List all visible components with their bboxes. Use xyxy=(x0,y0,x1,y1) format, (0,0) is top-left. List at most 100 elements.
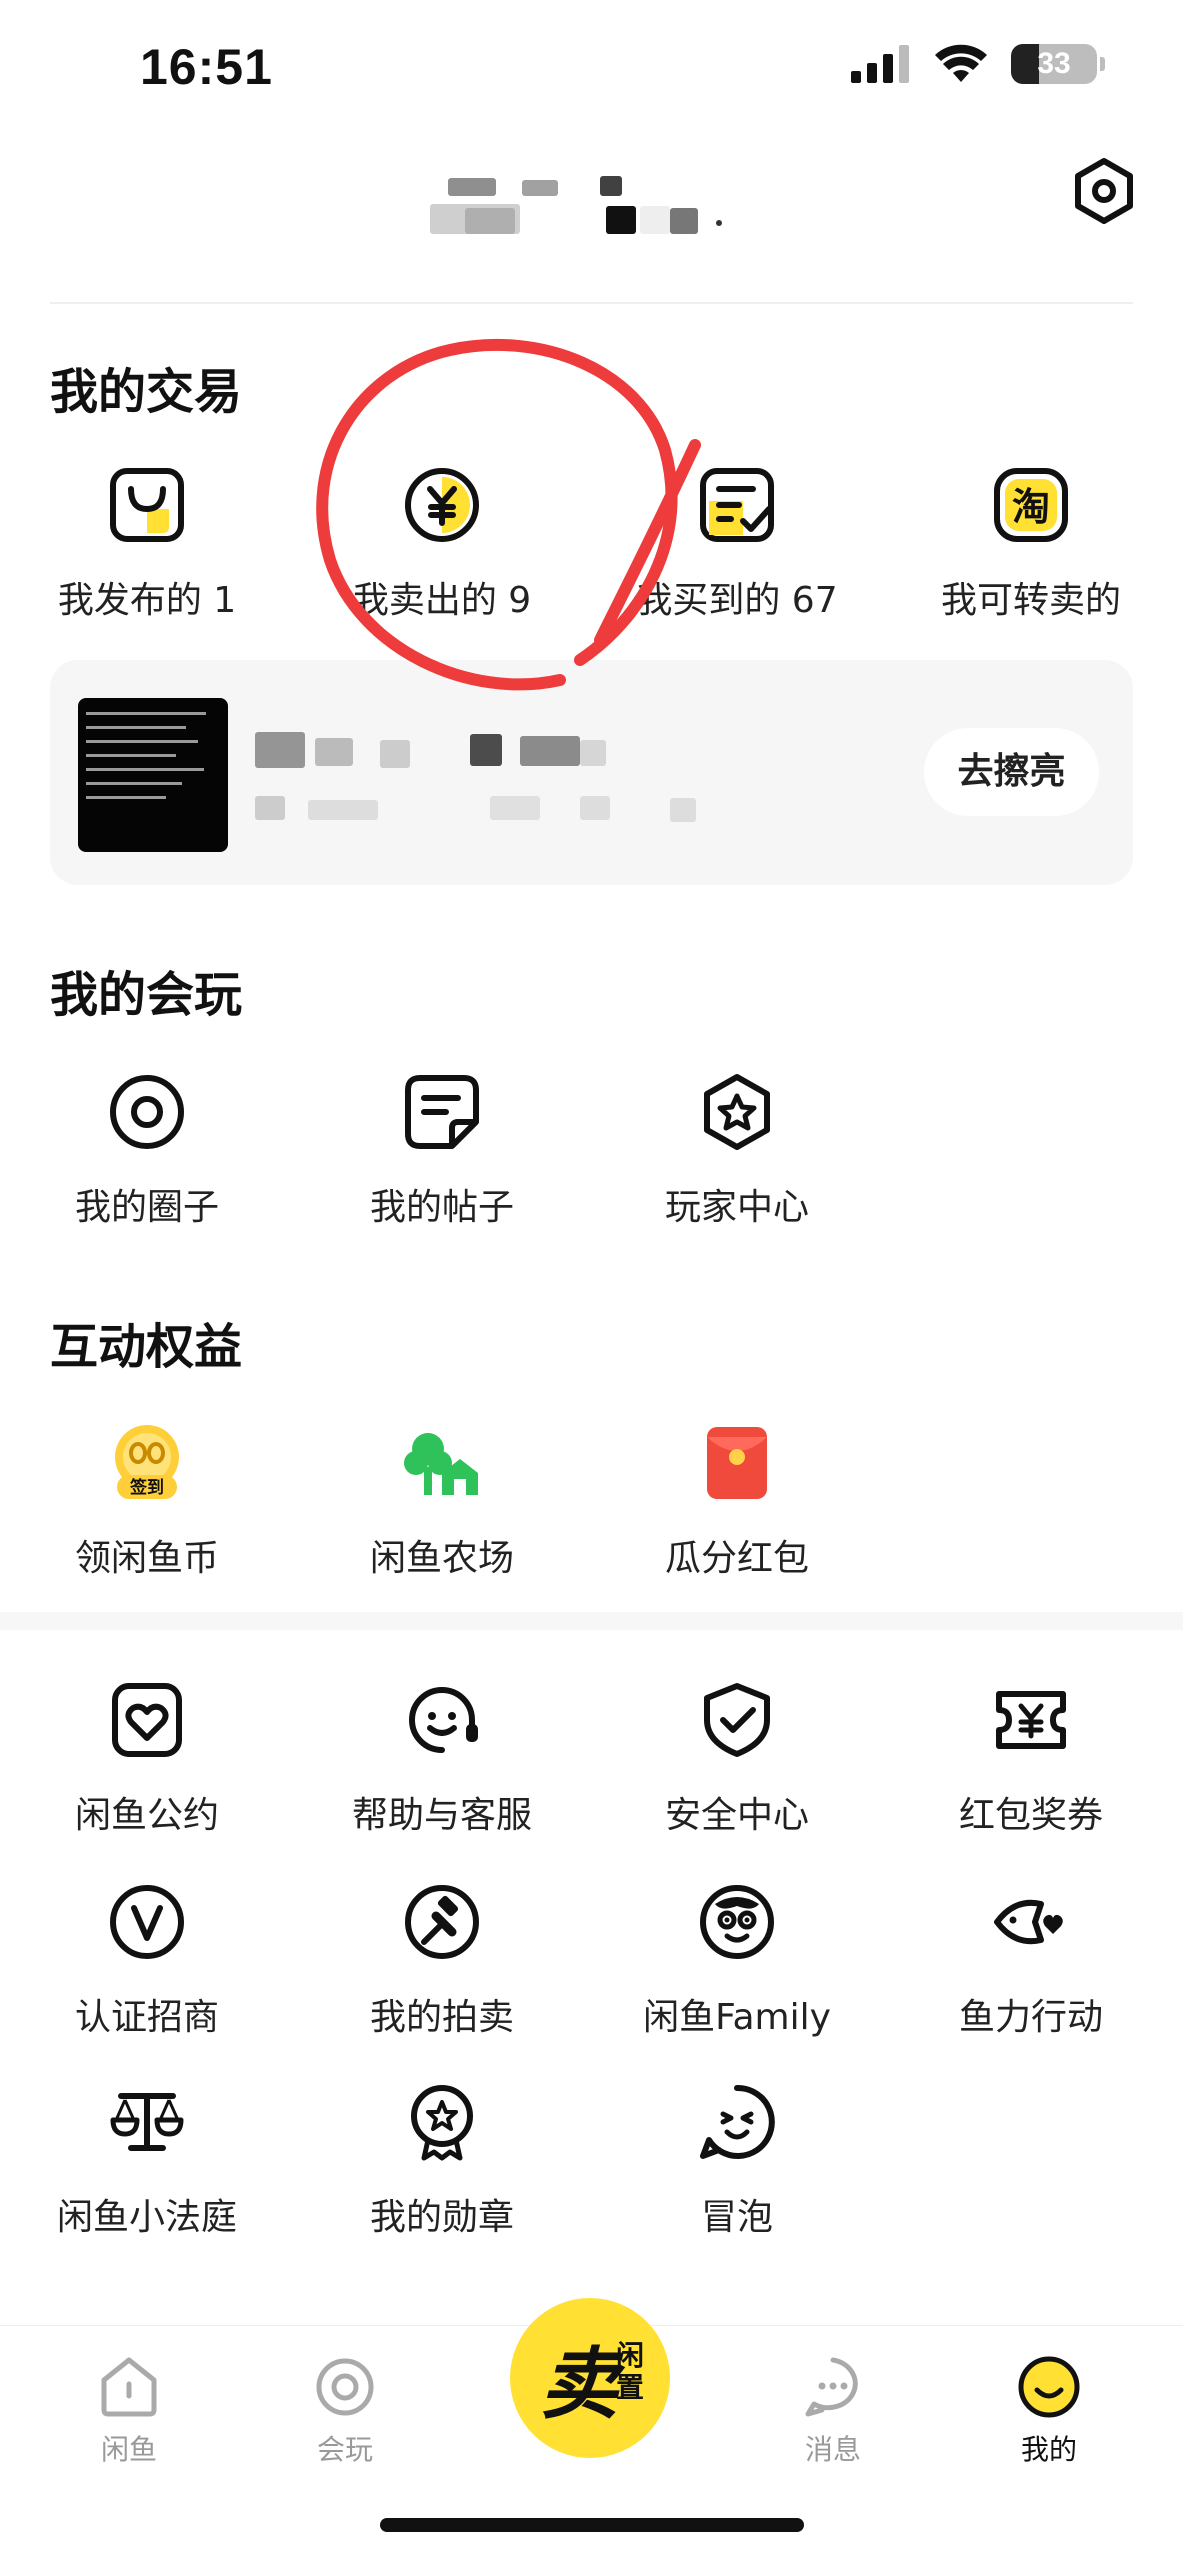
help-entry[interactable]: 帮助与客服 xyxy=(297,1680,587,1838)
yen-sold-icon xyxy=(405,468,479,542)
security-label: 安全中心 xyxy=(664,1795,809,1836)
medal-icon xyxy=(411,2085,473,2161)
sold-entry[interactable]: 我卖出的 9 xyxy=(297,465,587,623)
checkin-badge-text: 签到 xyxy=(129,1477,164,1498)
tab-home-label: 闲鱼 xyxy=(100,2433,157,2466)
sold-label: 我卖出的 9 xyxy=(352,580,532,621)
bought-entry[interactable]: 我买到的 67 xyxy=(592,465,882,623)
coupons-label: 红包奖券 xyxy=(958,1795,1103,1836)
farm-icon xyxy=(404,1433,478,1495)
fish-action-label: 鱼力行动 xyxy=(958,1997,1103,2038)
convention-entry[interactable]: 闲鱼公约 xyxy=(2,1680,292,1838)
court-label: 闲鱼小法庭 xyxy=(56,2197,237,2238)
profile-header xyxy=(0,140,1183,305)
red-envelope-icon xyxy=(707,1427,767,1499)
sell-sub-label: 闲置 xyxy=(616,2339,645,2404)
my-posts-entry[interactable]: 我的帖子 xyxy=(297,1072,587,1230)
battery-level: 33 xyxy=(1037,47,1071,80)
medals-label: 我的勋章 xyxy=(369,2197,514,2238)
resellable-label: 我可转卖的 xyxy=(940,580,1121,621)
yen-ticket-icon xyxy=(996,1691,1066,1749)
farm-entry[interactable]: 闲鱼农场 xyxy=(297,1423,587,1581)
medals-entry[interactable]: 我的勋章 xyxy=(297,2082,587,2240)
monkey-face-icon xyxy=(700,1885,774,1959)
auction-entry[interactable]: 我的拍卖 xyxy=(297,1882,587,2040)
tab-messages-label: 消息 xyxy=(804,2433,861,2466)
player-center-label: 玩家中心 xyxy=(664,1187,809,1228)
coupons-entry[interactable]: 红包奖券 xyxy=(886,1680,1176,1838)
heart-document-icon xyxy=(112,1683,182,1757)
wifi-icon xyxy=(935,44,987,82)
certification-entry[interactable]: 认证招商 xyxy=(2,1882,292,2040)
coin-checkin-icon: 签到 xyxy=(115,1425,179,1499)
published-entry[interactable]: 我发布的 1 xyxy=(2,465,292,623)
published-label: 我发布的 1 xyxy=(57,580,237,621)
sell-button[interactable]: 卖 闲置 xyxy=(510,2298,670,2458)
bubble-face-icon xyxy=(700,2084,775,2159)
home-icon xyxy=(101,2357,157,2417)
farm-label: 闲鱼农场 xyxy=(369,1538,514,1579)
username-redacted[interactable] xyxy=(430,168,740,238)
auction-hammer-icon xyxy=(405,1885,479,1959)
status-time: 16:51 xyxy=(140,39,273,95)
family-label: 闲鱼Family xyxy=(643,1997,831,2038)
home-indicator xyxy=(380,2518,804,2532)
red-envelope-entry[interactable]: 瓜分红包 xyxy=(592,1423,882,1581)
transactions-title: 我的交易 xyxy=(50,364,243,420)
convention-label: 闲鱼公约 xyxy=(74,1795,219,1836)
resellable-entry[interactable]: 淘 我可转卖的 xyxy=(886,465,1176,623)
red-envelope-label: 瓜分红包 xyxy=(664,1538,809,1579)
benefits-title: 互动权益 xyxy=(50,1319,243,1375)
status-bar: 16:51 33 xyxy=(0,0,1183,140)
family-entry[interactable]: 闲鱼Family xyxy=(592,1882,882,2040)
polish-button[interactable]: 去擦亮 xyxy=(924,728,1099,816)
tab-mine[interactable]: 我的 xyxy=(974,2354,1124,2468)
tab-play[interactable]: 会玩 xyxy=(270,2354,420,2468)
bought-label: 我买到的 67 xyxy=(636,580,838,621)
security-entry[interactable]: 安全中心 xyxy=(592,1680,882,1838)
verified-v-icon xyxy=(110,1885,184,1959)
fish-heart-icon xyxy=(994,1899,1063,1945)
message-icon xyxy=(805,2357,858,2417)
battery-icon: 33 xyxy=(1011,44,1105,84)
claim-coins-label: 领闲鱼币 xyxy=(74,1538,219,1579)
my-circles-entry[interactable]: 我的圈子 xyxy=(2,1072,292,1230)
circle-icon xyxy=(110,1075,184,1149)
settings-hexagon-icon[interactable] xyxy=(1069,156,1139,226)
help-label: 帮助与客服 xyxy=(351,1795,532,1836)
promo-item-thumbnail xyxy=(78,698,228,852)
status-icons: 33 xyxy=(851,44,1105,84)
play-title: 我的会玩 xyxy=(50,967,243,1023)
published-icon xyxy=(110,468,184,542)
bubble-entry[interactable]: 冒泡 xyxy=(592,2082,882,2240)
circle-icon xyxy=(316,2358,374,2416)
my-posts-label: 我的帖子 xyxy=(369,1187,514,1228)
taobao-icon: 淘 xyxy=(994,468,1068,542)
promo-card[interactable]: 去擦亮 xyxy=(50,660,1133,885)
header-divider xyxy=(50,302,1133,304)
shield-check-icon xyxy=(704,1683,770,1757)
court-entry[interactable]: 闲鱼小法庭 xyxy=(2,2082,292,2240)
cellular-signal-icon xyxy=(851,45,909,83)
headset-icon xyxy=(409,1687,478,1753)
svg-text:淘: 淘 xyxy=(1012,485,1050,529)
star-hexagon-icon xyxy=(704,1074,770,1150)
player-center-entry[interactable]: 玩家中心 xyxy=(592,1072,882,1230)
certification-label: 认证招商 xyxy=(74,1997,219,2038)
my-circles-label: 我的圈子 xyxy=(74,1187,219,1228)
fish-action-entry[interactable]: 鱼力行动 xyxy=(886,1882,1176,2040)
claim-coins-entry[interactable]: 签到 领闲鱼币 xyxy=(2,1423,292,1581)
bubble-label: 冒泡 xyxy=(700,2197,773,2238)
post-icon xyxy=(405,1075,479,1149)
auction-label: 我的拍卖 xyxy=(369,1997,514,2038)
tab-home[interactable]: 闲鱼 xyxy=(54,2354,204,2468)
tab-mine-label: 我的 xyxy=(1020,2433,1077,2466)
tab-play-label: 会玩 xyxy=(316,2433,373,2466)
smile-face-icon xyxy=(1018,2356,1080,2418)
scales-icon xyxy=(110,2093,184,2151)
bought-check-icon xyxy=(700,468,774,542)
tab-messages[interactable]: 消息 xyxy=(758,2354,908,2468)
section-separator xyxy=(0,1612,1183,1630)
sell-main-label: 卖 xyxy=(540,2339,619,2430)
battery-fill xyxy=(1011,44,1040,84)
